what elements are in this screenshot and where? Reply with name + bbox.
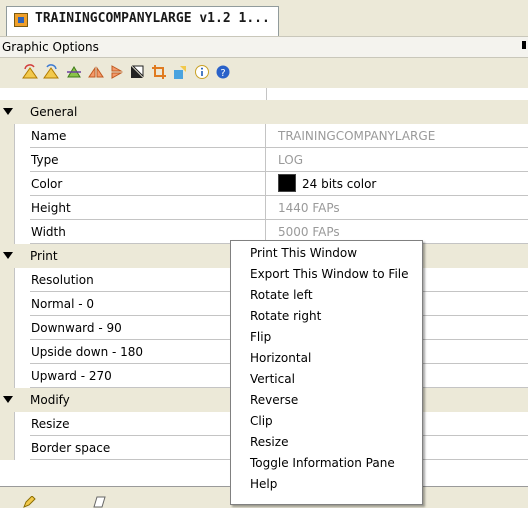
reverse-icon[interactable] bbox=[129, 64, 145, 80]
menu-flip[interactable]: Flip bbox=[231, 327, 422, 348]
collapse-icon[interactable] bbox=[3, 396, 13, 403]
category-general[interactable]: General bbox=[0, 100, 528, 124]
row-gutter bbox=[0, 196, 14, 220]
row-gutter bbox=[0, 340, 14, 364]
menu-clip[interactable]: Clip bbox=[231, 411, 422, 432]
row-gutter bbox=[0, 292, 14, 316]
horizontal-icon[interactable] bbox=[88, 64, 104, 80]
rotate-left-icon[interactable] bbox=[22, 64, 38, 80]
row-indent bbox=[14, 292, 30, 316]
menu-horizontal[interactable]: Horizontal bbox=[231, 348, 422, 369]
row-gutter-line bbox=[14, 172, 15, 196]
row-gutter-line bbox=[14, 220, 15, 244]
row-indent bbox=[14, 148, 30, 172]
tab-title: TRAININGCOMPANYLARGE v1.2 1... bbox=[35, 11, 270, 26]
row-indent bbox=[14, 268, 30, 292]
row-gutter bbox=[0, 412, 14, 436]
row-gutter bbox=[0, 268, 14, 292]
column-separator[interactable] bbox=[266, 88, 267, 100]
collapse-icon[interactable] bbox=[3, 252, 13, 259]
context-menu: Print This Window Export This Window to … bbox=[230, 240, 423, 505]
row-indent bbox=[14, 436, 30, 460]
row-gutter bbox=[0, 364, 14, 388]
property-color[interactable]: Color 24 bits color bbox=[0, 172, 528, 196]
panel-header: Graphic Options bbox=[0, 36, 528, 58]
row-gutter bbox=[0, 148, 14, 172]
collapse-icon[interactable] bbox=[3, 108, 13, 115]
property-label: Height bbox=[30, 196, 266, 220]
clip-icon[interactable] bbox=[151, 64, 167, 80]
category-label: General bbox=[30, 105, 78, 119]
menu-export-window[interactable]: Export This Window to File bbox=[231, 264, 422, 285]
row-gutter-line bbox=[14, 292, 15, 316]
document-tabstrip: TRAININGCOMPANYLARGE v1.2 1... bbox=[0, 0, 528, 36]
document-tab[interactable]: TRAININGCOMPANYLARGE v1.2 1... bbox=[6, 6, 279, 36]
property-value[interactable]: 1440 FAPs bbox=[266, 196, 528, 220]
row-gutter bbox=[0, 436, 14, 460]
row-indent bbox=[14, 364, 30, 388]
row-gutter-line bbox=[14, 436, 15, 460]
category-label: Modify bbox=[30, 393, 70, 407]
pencil-icon[interactable] bbox=[22, 496, 36, 508]
row-gutter bbox=[0, 172, 14, 196]
vertical-icon[interactable] bbox=[108, 64, 124, 80]
row-gutter-line bbox=[14, 340, 15, 364]
menu-print-window[interactable]: Print This Window bbox=[231, 243, 422, 264]
menu-rotate-right[interactable]: Rotate right bbox=[231, 306, 422, 327]
color-swatch[interactable] bbox=[278, 173, 296, 192]
row-gutter-line bbox=[14, 268, 15, 292]
row-gutter-line bbox=[14, 364, 15, 388]
menu-toggle-info-pane[interactable]: Toggle Information Pane bbox=[231, 453, 422, 474]
row-indent bbox=[14, 316, 30, 340]
row-indent bbox=[14, 412, 30, 436]
menu-reverse[interactable]: Reverse bbox=[231, 390, 422, 411]
menu-help[interactable]: Help bbox=[231, 474, 422, 495]
row-gutter-line bbox=[14, 196, 15, 220]
menu-vertical[interactable]: Vertical bbox=[231, 369, 422, 390]
row-gutter-line bbox=[14, 412, 15, 436]
menu-resize[interactable]: Resize bbox=[231, 432, 422, 453]
property-type[interactable]: Type LOG bbox=[0, 148, 528, 172]
flip-icon[interactable] bbox=[66, 64, 82, 80]
row-gutter-line bbox=[14, 124, 15, 148]
row-indent bbox=[14, 220, 30, 244]
panel-title: Graphic Options bbox=[2, 40, 99, 54]
help-icon[interactable]: ? bbox=[215, 64, 231, 80]
row-gutter bbox=[0, 316, 14, 340]
row-indent bbox=[14, 196, 30, 220]
menu-rotate-left[interactable]: Rotate left bbox=[231, 285, 422, 306]
resize-icon[interactable] bbox=[172, 64, 188, 80]
property-value[interactable]: TRAININGCOMPANYLARGE bbox=[266, 124, 528, 148]
document-icon bbox=[14, 13, 28, 27]
row-indent bbox=[14, 172, 30, 196]
property-label: Color bbox=[30, 172, 266, 196]
property-height[interactable]: Height 1440 FAPs bbox=[0, 196, 528, 220]
property-name[interactable]: Name TRAININGCOMPANYLARGE bbox=[0, 124, 528, 148]
graphic-toolbar: ? bbox=[0, 58, 528, 88]
rotate-right-icon[interactable] bbox=[43, 64, 59, 80]
property-label: Type bbox=[30, 148, 266, 172]
row-gutter bbox=[0, 220, 14, 244]
row-gutter-line bbox=[14, 316, 15, 340]
property-value[interactable]: LOG bbox=[266, 148, 528, 172]
category-label: Print bbox=[30, 249, 58, 263]
property-label: Name bbox=[30, 124, 266, 148]
row-indent bbox=[14, 340, 30, 364]
color-value-text: 24 bits color bbox=[302, 177, 377, 191]
row-indent bbox=[14, 124, 30, 148]
row-gutter-line bbox=[14, 148, 15, 172]
panel-pin-icon[interactable] bbox=[522, 41, 526, 49]
info-icon[interactable] bbox=[194, 64, 210, 80]
page-icon[interactable] bbox=[92, 496, 106, 508]
property-value[interactable]: 24 bits color bbox=[266, 172, 528, 196]
svg-text:?: ? bbox=[220, 68, 225, 79]
row-gutter bbox=[0, 124, 14, 148]
